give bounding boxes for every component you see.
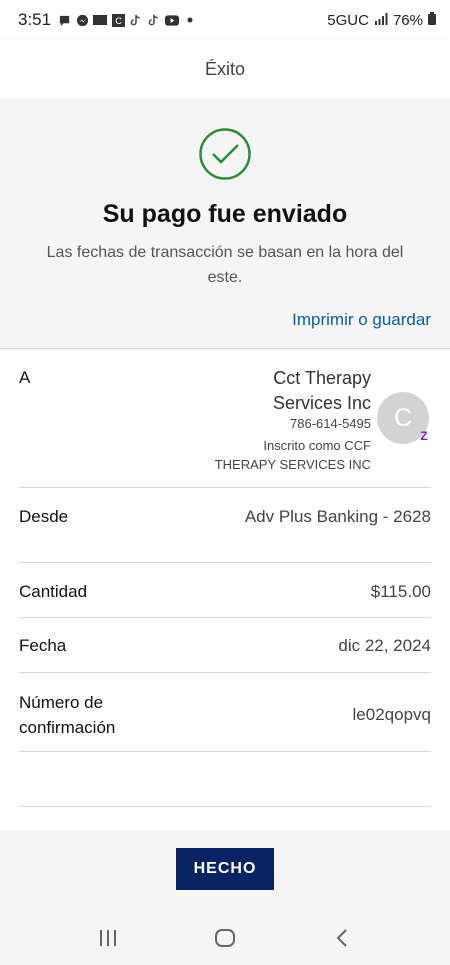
payee-phone: 786-614-5495: [290, 416, 371, 431]
notification-icons: C: [57, 13, 197, 27]
payment-details: A Cct Therapy Services Inc 786-614-5495 I…: [0, 348, 450, 807]
from-label: Desde: [19, 507, 69, 526]
confirmation-title: Su pago fue enviado: [102, 200, 348, 228]
payee-name: Cct Therapy Services Inc: [272, 368, 371, 413]
detail-row-to: A Cct Therapy Services Inc 786-614-5495 I…: [0, 348, 450, 487]
svg-text:C: C: [115, 16, 122, 26]
amount-label: Cantidad: [19, 582, 88, 601]
header: Éxito: [0, 40, 450, 98]
network-type: 5GUC: [327, 11, 369, 29]
recent-apps-icon[interactable]: [93, 923, 123, 953]
detail-row-date: Fecha dic 22, 2024: [19, 617, 431, 672]
detail-row-amount: Cantidad $115.00: [19, 562, 431, 617]
confirmation-number-value: le02qopvq: [352, 705, 431, 724]
youtube-icon: [165, 13, 180, 27]
battery-level: 76%: [392, 11, 423, 29]
system-nav-bar: [0, 910, 450, 965]
detail-row-empty: [19, 751, 431, 806]
signal-icon: [374, 12, 388, 29]
to-label: A: [19, 368, 31, 387]
date-value: dic 22, 2024: [338, 636, 431, 655]
home-icon[interactable]: [210, 923, 240, 953]
messenger-icon: [75, 13, 89, 27]
tiktok-icon: [147, 13, 161, 27]
chat-bubble-icon: [57, 13, 71, 27]
dot-icon: [183, 13, 197, 27]
zelle-icon: Z: [420, 429, 428, 443]
done-button[interactable]: HECHO: [176, 848, 274, 890]
detail-row-confirmation: Número de confirmación le02qopvq: [19, 672, 431, 751]
status-time: 3:51: [18, 10, 52, 29]
confirmation-subtitle: Las fechas de transacción se basan en la…: [46, 244, 404, 286]
amount-value: $115.00: [370, 582, 431, 601]
payee-enrolled: Inscrito como CCF THERAPY SERVICES INC: [214, 438, 371, 472]
from-value: Adv Plus Banking - 2628: [244, 507, 431, 526]
date-label: Fecha: [19, 636, 67, 655]
status-right: 5GUC 76%: [327, 11, 436, 29]
confirmation-number-label: Número de confirmación: [19, 693, 116, 737]
checkmark-circle-icon: [198, 127, 252, 181]
back-icon[interactable]: [327, 923, 357, 953]
status-bar: 3:51 C 5GUC 76%: [0, 0, 450, 40]
page-title: Éxito: [204, 58, 246, 79]
c-app-icon: C: [111, 13, 125, 27]
battery-icon: [428, 11, 436, 29]
temu-icon: [93, 13, 108, 27]
tiktok-icon: [129, 13, 143, 27]
detail-row-from: Desde Adv Plus Banking - 2628: [19, 487, 431, 562]
detail-divider: [19, 806, 431, 807]
print-or-save-link[interactable]: Imprimir o guardar: [292, 310, 431, 330]
